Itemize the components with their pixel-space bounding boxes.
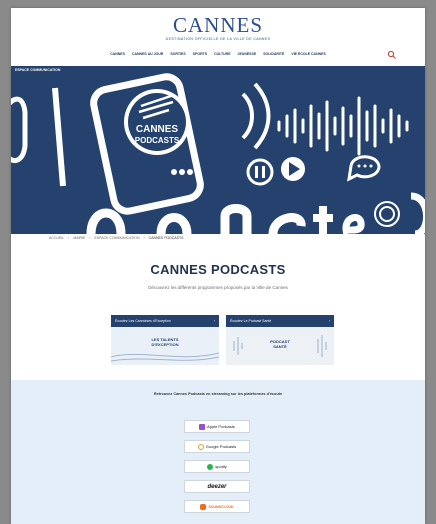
nav-item[interactable]: SOLIDARITÉ	[263, 52, 284, 56]
nav-item[interactable]: CANNES	[110, 52, 125, 56]
search-button[interactable]	[387, 47, 397, 59]
card-image-line2: D'EXCEPTION	[151, 342, 179, 347]
card-header[interactable]: Écoutez Le Podcast Santé ›	[226, 315, 334, 327]
hero-section-label: ESPACE COMMUNICATION	[15, 68, 61, 72]
search-icon	[387, 50, 396, 59]
nav-item[interactable]: SPORTS	[193, 52, 207, 56]
breadcrumb-communication[interactable]: ESPACE COMMUNICATION	[95, 236, 140, 240]
hero-banner: CANNES PODCASTS ESPACE COMMUNICATION	[11, 66, 425, 234]
breadcrumb-separator: ›	[89, 236, 91, 240]
platform-label: Apple Podcasts	[207, 424, 235, 429]
spotify-button[interactable]: spotify	[184, 460, 250, 473]
card-image-line2: SANTÉ	[273, 344, 287, 349]
waveform	[277, 96, 409, 156]
soundcloud-button[interactable]: SOUNDCLOUD	[184, 500, 250, 513]
podcast-card-sante[interactable]: Écoutez Le Podcast Santé › PODCAST SANTÉ	[226, 315, 334, 365]
card-image[interactable]: PODCAST SANTÉ	[226, 327, 334, 365]
platform-label: spotify	[215, 464, 227, 469]
platform-label: SOUNDCLOUD	[208, 504, 234, 509]
badge-line1: CANNES	[136, 124, 179, 135]
chevron-right-icon: ›	[328, 319, 330, 323]
spotify-icon	[207, 463, 214, 470]
platform-label: deezer	[207, 483, 227, 490]
deezer-button[interactable]: deezer	[184, 480, 250, 493]
breadcrumb-separator: ›	[143, 236, 145, 240]
apple-podcasts-icon	[199, 423, 206, 430]
nav-item[interactable]: CULTURE	[214, 52, 230, 56]
page: CANNES DESTINATION OFFICIELLE DE LA VILL…	[11, 8, 425, 524]
apple-podcasts-button[interactable]: Apple Podcasts	[184, 420, 250, 433]
nav-item[interactable]: VIE ÉCOLE CANNES	[291, 52, 325, 56]
breadcrumb-mairie[interactable]: MAIRIE	[73, 236, 85, 240]
nav-item[interactable]: SORTIES	[170, 52, 185, 56]
breadcrumb-separator: ›	[68, 236, 70, 240]
badge-line2: PODCASTS	[135, 136, 180, 145]
breadcrumb-home[interactable]: ACCUEIL	[49, 236, 64, 240]
platforms-heading: Retrouvez Cannes Podcasts en streaming s…	[153, 392, 283, 396]
card-label: Écoutez Les Cannoises d'Exception	[115, 319, 171, 323]
logo-tagline: DESTINATION OFFICIELLE DE LA VILLE DE CA…	[165, 37, 271, 41]
card-header[interactable]: Écoutez Les Cannoises d'Exception ›	[111, 315, 219, 327]
logo-wordmark: CANNES	[172, 13, 263, 37]
breadcrumb-current: CANNES PODCASTS	[148, 236, 184, 240]
platform-label: Google Podcasts	[205, 444, 237, 449]
google-podcasts-icon	[197, 443, 204, 450]
google-podcasts-button[interactable]: Google Podcasts	[184, 440, 250, 453]
nav-item[interactable]: JEUNESSE	[238, 52, 257, 56]
card-image[interactable]: LES TALENTS D'EXCEPTION	[111, 327, 219, 365]
soundcloud-icon	[200, 503, 207, 510]
nav-item[interactable]: CANNES AU JOUR	[132, 52, 163, 56]
hero-illustration: CANNES PODCASTS	[11, 73, 425, 234]
podcast-card-talents[interactable]: Écoutez Les Cannoises d'Exception › LES …	[111, 315, 219, 365]
platforms-section: Retrouvez Cannes Podcasts en streaming s…	[11, 380, 425, 524]
main-nav: CANNES CANNES AU JOUR SORTIES SPORTS CUL…	[11, 52, 425, 56]
chevron-right-icon: ›	[213, 319, 215, 323]
page-title: CANNES PODCASTS	[150, 262, 286, 277]
card-label: Écoutez Le Podcast Santé	[230, 319, 272, 323]
site-logo[interactable]: CANNES DESTINATION OFFICIELLE DE LA VILL…	[11, 14, 425, 41]
breadcrumb: ACCUEIL › MAIRIE › ESPACE COMMUNICATION …	[49, 236, 186, 240]
page-subtitle: Découvrez les différents programmes prop…	[148, 285, 288, 290]
site-header: CANNES DESTINATION OFFICIELLE DE LA VILL…	[11, 8, 425, 64]
